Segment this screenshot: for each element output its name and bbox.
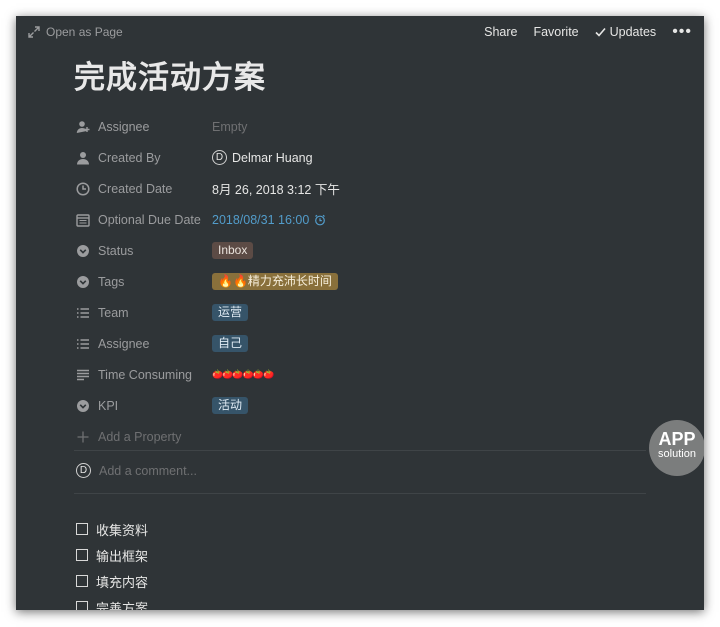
property-name: KPI [98, 398, 119, 413]
property-name: Assignee [98, 119, 150, 134]
todo-item[interactable]: 输出框架 [76, 542, 148, 568]
property-name: Created By [98, 150, 161, 165]
more-options-button[interactable]: ••• [672, 24, 692, 40]
expand-icon [28, 26, 40, 38]
todo-label: 输出框架 [96, 548, 149, 564]
updates-button[interactable]: Updates [595, 25, 657, 39]
open-as-page-label: Open as Page [46, 25, 123, 39]
open-as-page-button[interactable]: Open as Page [28, 25, 123, 39]
checkbox[interactable] [76, 549, 88, 561]
tomato-rating: 🍅🍅🍅🍅🍅🍅 [212, 369, 274, 379]
favorite-button[interactable]: Favorite [533, 25, 578, 39]
plus-icon [77, 431, 89, 442]
todo-item[interactable]: 填充内容 [76, 568, 148, 594]
app-solution-watermark: APP solution [649, 420, 704, 476]
property-name: Optional Due Date [98, 212, 201, 227]
todo-label: 完善方案 [96, 600, 149, 611]
status-tag[interactable]: Inbox [212, 242, 254, 259]
comment-placeholder: Add a comment... [99, 463, 197, 478]
property-name: Assignee [98, 336, 150, 351]
divider [74, 450, 646, 451]
checkbox[interactable] [76, 523, 88, 535]
checkmark-icon [595, 27, 606, 37]
due-date-value[interactable]: 2018/08/31 16:00 [212, 213, 309, 227]
property-row-due-date[interactable]: Optional Due Date 2018/08/31 16:00 [76, 204, 656, 235]
calendar-icon [76, 213, 90, 227]
list-icon [77, 338, 89, 349]
text-icon [77, 369, 89, 380]
checkbox[interactable] [76, 601, 88, 610]
property-row-created-date[interactable]: Created Date 8月 26, 2018 3:12 下午 [76, 173, 656, 204]
todo-label: 填充内容 [96, 574, 149, 590]
divider [74, 493, 646, 494]
updates-label: Updates [609, 25, 657, 39]
properties-list: Assignee Empty Created By D Delmar Huang [76, 111, 656, 452]
watermark-bottom-text: solution [658, 448, 696, 460]
add-property-label: Add a Property [98, 429, 182, 444]
list-icon [77, 307, 89, 318]
person-add-icon [76, 120, 90, 133]
topbar: Open as Page Share Favorite Updates ••• [16, 16, 704, 50]
property-value: 8月 26, 2018 3:12 下午 [212, 183, 340, 197]
property-row-team[interactable]: Team 运营 [76, 297, 656, 328]
property-row-time-consuming[interactable]: Time Consuming 🍅🍅🍅🍅🍅🍅 [76, 359, 656, 390]
team-tag[interactable]: 运营 [212, 304, 249, 321]
share-button[interactable]: Share [484, 25, 517, 39]
avatar: D [212, 150, 227, 165]
select-icon [77, 244, 89, 257]
todo-item[interactable]: 完善方案 [76, 594, 148, 610]
add-property-button[interactable]: Add a Property [76, 421, 656, 452]
todo-label: 收集资料 [96, 522, 149, 538]
property-name: Team [98, 305, 129, 320]
property-row-kpi[interactable]: KPI 活动 [76, 390, 656, 421]
property-name: Status [98, 243, 134, 258]
page-title[interactable]: 完成活动方案 [74, 52, 266, 97]
avatar: D [76, 463, 91, 478]
comment-input[interactable]: D Add a comment... [76, 463, 197, 478]
checkbox[interactable] [76, 575, 88, 587]
page-window: Open as Page Share Favorite Updates ••• … [16, 16, 704, 610]
todo-item[interactable]: 收集资料 [76, 516, 148, 542]
person-icon [77, 151, 89, 164]
property-row-status[interactable]: Status Inbox [76, 235, 656, 266]
kpi-tag[interactable]: 活动 [212, 397, 249, 414]
property-row-created-by[interactable]: Created By D Delmar Huang [76, 142, 656, 173]
property-name: Created Date [98, 181, 173, 196]
watermark-top-text: APP [658, 429, 696, 449]
property-name: Time Consuming [98, 367, 193, 382]
todo-list: 收集资料 输出框架 填充内容 完善方案 [76, 516, 148, 610]
property-row-tags[interactable]: Tags 🔥🔥精力充沛长时间 [76, 266, 656, 297]
alarm-clock-icon [315, 214, 326, 225]
property-value: Empty [212, 119, 248, 134]
property-name: Tags [98, 274, 125, 289]
clock-icon [76, 181, 90, 196]
property-row-assignee[interactable]: Assignee Empty [76, 111, 656, 142]
assignee-tag[interactable]: 自己 [212, 335, 249, 352]
property-row-assignee-multi[interactable]: Assignee 自己 [76, 328, 656, 359]
property-value: Delmar Huang [232, 150, 313, 165]
select-icon [77, 275, 89, 288]
tag-chip[interactable]: 🔥🔥精力充沛长时间 [212, 273, 338, 290]
select-icon [77, 399, 89, 412]
